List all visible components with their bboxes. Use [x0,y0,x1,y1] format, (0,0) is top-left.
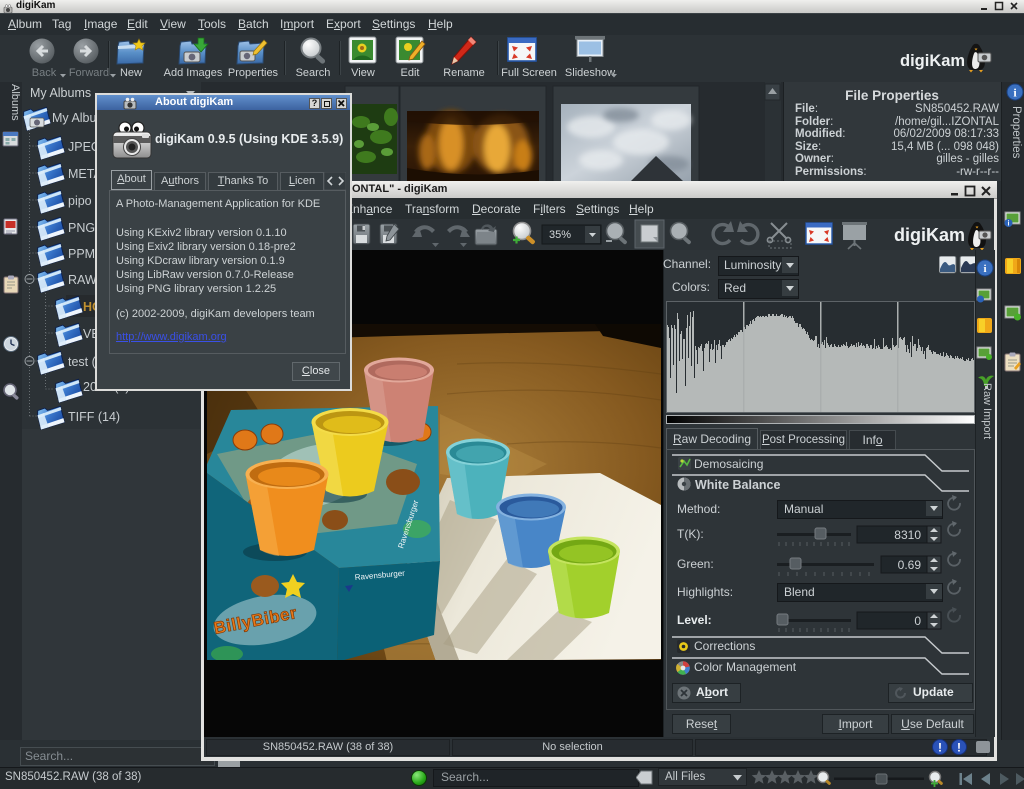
svg-text:8310: 8310 [894,528,921,542]
svg-text:Forward: Forward [69,67,109,79]
svg-text:!: ! [938,741,942,755]
svg-text:New: New [120,67,142,79]
svg-text:Search: Search [296,67,331,79]
svg-text:0: 0 [914,614,921,628]
svg-text:digiKam: digiKam [900,52,965,70]
svg-text:!: ! [957,741,961,755]
svg-text:TIFF (14): TIFF (14) [68,410,120,424]
svg-text:digiKam: digiKam [894,225,965,245]
svg-text:Edit: Edit [401,67,420,79]
svg-text:Rename: Rename [443,67,485,79]
svg-text:My Albums: My Albums [30,86,91,100]
svg-text:35%: 35% [549,229,571,241]
svg-text:i: i [983,263,986,275]
svg-text:Properties: Properties [228,67,279,79]
svg-text:View: View [351,67,375,79]
svg-text:Add Images: Add Images [164,67,223,79]
svg-text:0.69: 0.69 [898,558,922,572]
svg-text:Back: Back [32,67,57,79]
svg-text:Slideshow: Slideshow [565,67,615,79]
svg-text:Full Screen: Full Screen [501,67,557,79]
svg-text:i: i [1008,221,1010,228]
